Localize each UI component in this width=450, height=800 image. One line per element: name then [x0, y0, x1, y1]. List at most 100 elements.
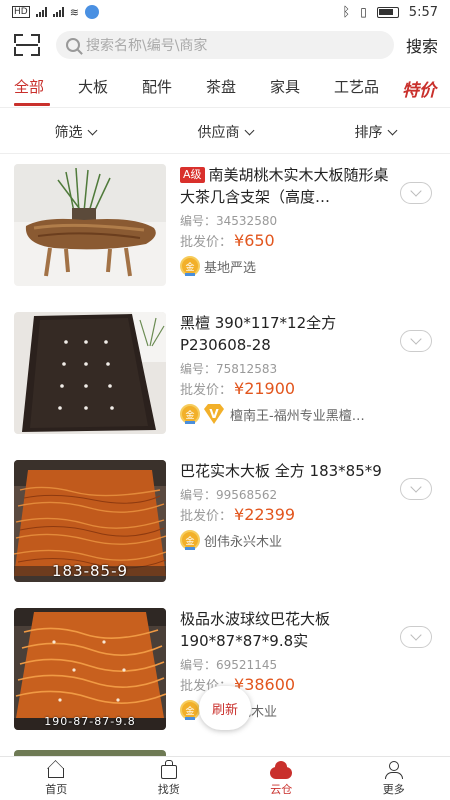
bag-icon: [159, 759, 179, 779]
product-info: A级 南美胡桃木实木大板随形桌大茶几含支架（高度… 编号：34532580 批发价…: [180, 164, 394, 306]
app-notification-icon: [84, 5, 99, 19]
product-code: 编号：34532580: [180, 212, 394, 229]
seller-name: 创伟永兴木业: [204, 534, 283, 550]
product-item[interactable]: 黑檀 390*117*12全方 P230608-28 编号：75812583 批…: [0, 306, 450, 454]
gold-medal-icon: 金: [180, 530, 200, 550]
expand-button[interactable]: [400, 330, 432, 352]
product-image[interactable]: [14, 164, 166, 286]
cloud-icon: [270, 760, 293, 779]
refresh-button[interactable]: 刷新: [199, 686, 251, 730]
product-title-text: 南美胡桃木实木大板随形桌大茶几含支架（高度…: [180, 166, 389, 206]
chevron-down-icon: [410, 333, 422, 345]
grade-badge: A级: [180, 167, 205, 183]
tab-furniture[interactable]: 家具: [270, 70, 334, 108]
product-image[interactable]: [14, 312, 166, 434]
filter-button[interactable]: 筛选: [0, 122, 150, 142]
search-icon: [66, 38, 80, 52]
tab-crafts[interactable]: 工艺品: [334, 70, 402, 108]
nav-home[interactable]: 首页: [0, 757, 113, 800]
price-value: ¥650: [234, 231, 275, 250]
product-image[interactable]: 183-85-9: [14, 460, 166, 582]
code-value: 75812583: [216, 362, 278, 376]
clock: 5:57: [408, 4, 438, 20]
home-icon: [46, 761, 66, 779]
nav-cloud-warehouse-label: 云仓: [270, 782, 293, 796]
nav-more-label: 更多: [382, 782, 405, 796]
supplier-label: 供应商: [197, 124, 240, 141]
network-type-label: HD: [12, 6, 30, 18]
v-verified-icon: V: [204, 404, 224, 424]
user-icon: [384, 760, 404, 779]
code-value: 69521145: [216, 658, 278, 672]
expand-button[interactable]: [400, 182, 432, 204]
expand-button[interactable]: [400, 478, 432, 500]
battery-icon: [376, 6, 399, 18]
nav-cloud-warehouse[interactable]: 云仓: [225, 757, 338, 800]
price-label: 批发价：: [180, 235, 233, 250]
bottom-nav: 首页 找货 云仓 更多: [0, 756, 450, 800]
product-title: 黑檀 390*117*12全方 P230608-28: [180, 314, 337, 354]
chevron-down-icon: [387, 125, 397, 135]
tab-slab[interactable]: 大板: [78, 70, 142, 108]
vibrate-icon: ▯: [360, 5, 367, 19]
seller-row[interactable]: 金 V 檀南王-福州专业黑檀…: [180, 404, 394, 424]
signal-2-icon: [52, 7, 64, 17]
code-label: 编号：: [180, 488, 217, 502]
chevron-down-icon: [244, 125, 254, 135]
nav-home-label: 首页: [45, 782, 68, 796]
product-code: 编号：69521145: [180, 656, 394, 673]
code-label: 编号：: [180, 658, 217, 672]
gold-medal-icon: 金: [180, 404, 200, 424]
product-image[interactable]: 190-87-87-9.8: [14, 608, 166, 730]
search-row: 搜索名称\编号\商家 搜索: [0, 26, 450, 64]
tab-all[interactable]: 全部: [14, 70, 78, 108]
nav-more[interactable]: 更多: [338, 757, 450, 800]
search-button[interactable]: 搜索: [406, 33, 438, 57]
code-value: 34532580: [216, 214, 278, 228]
product-title: 极品水波球纹巴花大板 190*87*87*9.8实: [180, 610, 331, 650]
expand-button[interactable]: [400, 626, 432, 648]
code-label: 编号：: [180, 362, 217, 376]
category-tabs: 全部 大板 配件 茶盘 家具 工艺品 特价: [0, 70, 450, 108]
nav-find-goods[interactable]: 找货: [113, 757, 226, 800]
price-label: 批发价：: [180, 383, 233, 398]
chevron-down-icon: [87, 125, 97, 135]
chevron-down-icon: [410, 481, 422, 493]
status-left: HD ≋: [12, 5, 99, 19]
product-price: 批发价： ¥21900: [180, 379, 394, 398]
image-caption: 190-87-87-9.8: [44, 715, 136, 728]
gold-medal-icon: 金: [180, 700, 200, 720]
chevron-down-icon: [410, 185, 422, 197]
product-info: 巴花实木大板 全方 183*85*9 编号：99568562 批发价： ¥2239…: [180, 460, 394, 602]
filter-label: 筛选: [54, 124, 83, 141]
product-info: 极品水波球纹巴花大板 190*87*87*9.8实 编号：69521145 批发…: [180, 608, 394, 750]
product-code: 编号：75812583: [180, 360, 394, 377]
chevron-down-icon: [410, 629, 422, 641]
search-placeholder: 搜索名称\编号\商家: [86, 38, 208, 54]
code-label: 编号：: [180, 214, 217, 228]
product-list: A级 南美胡桃木实木大板随形桌大茶几含支架（高度… 编号：34532580 批发价…: [0, 158, 450, 764]
nav-find-goods-label: 找货: [157, 782, 180, 796]
tab-tea-tray[interactable]: 茶盘: [206, 70, 270, 108]
product-title: A级 南美胡桃木实木大板随形桌大茶几含支架（高度…: [180, 164, 394, 208]
scan-icon[interactable]: [12, 30, 42, 60]
seller-name: 檀南王-福州专业黑檀…: [230, 408, 365, 424]
product-code: 编号：99568562: [180, 486, 394, 503]
product-price: 批发价： ¥22399: [180, 505, 394, 524]
seller-name: 基地严选: [204, 260, 257, 276]
bluetooth-icon: ᛒ: [342, 4, 351, 20]
product-item[interactable]: 183-85-9 巴花实木大板 全方 183*85*9 编号：99568562 …: [0, 454, 450, 602]
tab-special-offer[interactable]: 特价: [402, 76, 436, 101]
search-input[interactable]: 搜索名称\编号\商家: [56, 31, 394, 59]
product-price: 批发价： ¥650: [180, 231, 394, 250]
tab-accessories[interactable]: 配件: [142, 70, 206, 108]
image-caption: 183-85-9: [51, 562, 129, 580]
product-item[interactable]: A级 南美胡桃木实木大板随形桌大茶几含支架（高度… 编号：34532580 批发价…: [0, 158, 450, 306]
seller-row[interactable]: 金基地严选: [180, 256, 394, 276]
filter-row: 筛选 供应商 排序: [0, 110, 450, 154]
status-right: ᛒ ▯ 5:57: [342, 5, 438, 20]
seller-row[interactable]: 金创伟永兴木业: [180, 530, 394, 550]
supplier-dropdown[interactable]: 供应商: [150, 122, 300, 142]
sort-dropdown[interactable]: 排序: [300, 122, 450, 142]
code-value: 99568562: [216, 488, 278, 502]
